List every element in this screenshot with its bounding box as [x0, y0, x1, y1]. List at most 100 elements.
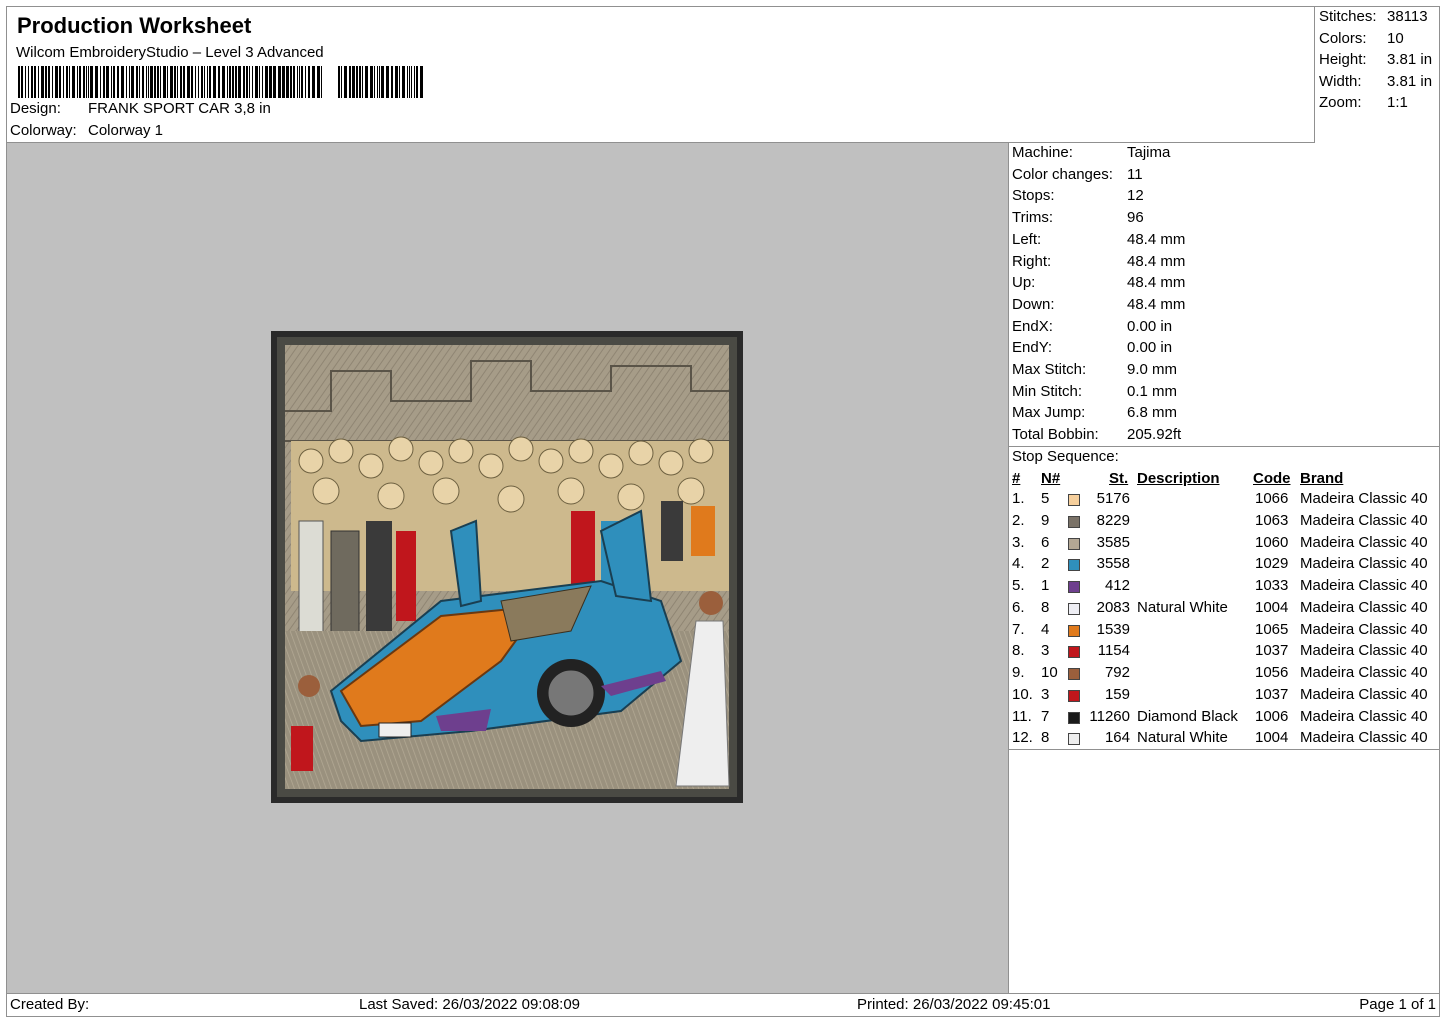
zoom-value: 1:1: [1387, 94, 1408, 111]
row-code: 1063: [1255, 511, 1289, 529]
height-label: Height:: [1319, 51, 1367, 68]
row-needle: 5: [1041, 490, 1050, 507]
table-row: 3. 6 3585 1060 Madeira Classic 40: [1008, 534, 1440, 556]
row-stitches: 1539: [1096, 620, 1130, 638]
row-index: 3.: [1012, 533, 1025, 551]
table-row: 12. 8 164 Natural White 1004 Madeira Classic …: [1008, 729, 1440, 751]
row-brand: Madeira Classic 40: [1300, 685, 1428, 703]
row-code: 1037: [1255, 642, 1289, 660]
row-brand: Madeira Classic 40: [1300, 490, 1428, 507]
col-header-code: Code: [1253, 470, 1291, 487]
row-code: 1004: [1255, 729, 1289, 747]
stop-sequence-title: Stop Sequence:: [1012, 448, 1119, 465]
row-brand: Madeira Classic 40: [1300, 707, 1428, 725]
row-index: 1.: [1012, 490, 1025, 507]
row-index: 8.: [1012, 642, 1025, 660]
table-row: 2. 9 8229 1063 Madeira Classic 40: [1008, 512, 1440, 534]
colors-value: 10: [1387, 29, 1404, 47]
row-needle: 1: [1041, 577, 1050, 594]
color-swatch: [1068, 559, 1080, 572]
row-stitches: 8229: [1096, 511, 1130, 529]
row-description: Diamond Black: [1137, 707, 1238, 725]
row-code: 1060: [1255, 533, 1289, 551]
colorway-name: Colorway 1: [88, 122, 164, 139]
color-swatch: [1068, 711, 1080, 724]
color-swatch: [1068, 624, 1080, 637]
page-title: Production Worksheet: [17, 13, 252, 38]
page-number: Page 1 of 1: [1359, 996, 1436, 1013]
width-value: 3.81 in: [1387, 72, 1433, 90]
table-row: 11. 7 11260 Diamond Black 1006 Madeira Classi…: [1008, 708, 1440, 730]
row-needle: 2: [1041, 555, 1050, 573]
stitches-value: 38113: [1387, 8, 1428, 25]
table-row: 5. 1 412 1033 Madeira Classic 40: [1008, 577, 1440, 599]
row-code: 1004: [1255, 598, 1289, 616]
embroidery-design-image: [271, 331, 743, 803]
design-name: FRANK SPORT CAR 3,8 in: [88, 100, 271, 117]
row-needle: 10: [1041, 664, 1058, 681]
row-code: 1056: [1255, 664, 1289, 681]
color-swatch: [1068, 515, 1080, 528]
row-stitches: 11260: [1089, 707, 1130, 725]
divider: [1008, 749, 1440, 750]
row-index: 10.: [1012, 685, 1033, 703]
row-brand: Madeira Classic 40: [1300, 511, 1428, 529]
design-preview-canvas: [7, 143, 1009, 993]
col-header-description: Description: [1137, 470, 1220, 487]
row-code: 1006: [1255, 707, 1289, 725]
table-row: 10. 3 159 1037 Madeira Classic 40: [1008, 686, 1440, 708]
col-header-stitches: St.: [1109, 470, 1129, 487]
summary-stats: Stitches: 38113 Colors: 10 Height: 3.81 …: [1315, 6, 1440, 143]
machine-info-panel: Machine: Tajima Color changes: 11 Stops: 12…: [1008, 143, 1440, 993]
row-needle: 8: [1041, 598, 1050, 616]
barcode-image: [18, 66, 423, 98]
row-description: Natural White: [1137, 598, 1228, 616]
row-index: 7.: [1012, 620, 1025, 638]
color-swatch: [1068, 537, 1080, 550]
row-code: 1029: [1255, 555, 1289, 573]
table-row: 8. 3 1154 1037 Madeira Classic 40: [1008, 642, 1440, 664]
row-stitches: 1154: [1097, 642, 1130, 660]
software-name: Wilcom EmbroideryStudio – Level 3 Advanc…: [16, 44, 324, 61]
row-stitches: 3558: [1096, 555, 1130, 573]
colorway-label: Colorway:: [10, 122, 77, 139]
table-row: 4. 2 3558 1029 Madeira Classic 40: [1008, 555, 1440, 577]
row-index: 9.: [1012, 664, 1025, 681]
row-needle: 3: [1041, 642, 1050, 660]
color-swatch: [1068, 689, 1080, 702]
row-brand: Madeira Classic 40: [1300, 555, 1428, 573]
row-needle: 3: [1041, 685, 1050, 703]
row-description: Natural White: [1137, 729, 1228, 747]
last-saved: Last Saved: 26/03/2022 09:08:09: [359, 996, 581, 1013]
row-brand: Madeira Classic 40: [1300, 620, 1428, 638]
row-code: 1065: [1255, 620, 1289, 638]
row-index: 5.: [1012, 577, 1025, 594]
row-stitches: 2083: [1096, 598, 1130, 616]
color-swatch: [1068, 581, 1080, 593]
table-row: 9. 10 792 1056 Madeira Classic 40: [1008, 664, 1440, 686]
divider: [1008, 446, 1440, 447]
row-code: 1033: [1255, 577, 1289, 594]
color-swatch: [1068, 733, 1080, 746]
row-stitches: 164: [1104, 729, 1130, 747]
color-swatch: [1068, 646, 1080, 659]
row-brand: Madeira Classic 40: [1300, 729, 1428, 747]
row-code: 1037: [1255, 685, 1289, 703]
row-index: 12.: [1012, 729, 1033, 747]
zoom-label: Zoom:: [1319, 94, 1362, 111]
row-brand: Madeira Classic 40: [1300, 577, 1428, 594]
row-stitches: 3585: [1096, 533, 1130, 551]
row-code: 1066: [1255, 490, 1289, 507]
color-swatch: [1068, 668, 1080, 680]
table-row: 1. 5 5176 1066 Madeira Classic 40: [1008, 490, 1440, 512]
table-row: 7. 4 1539 1065 Madeira Classic 40: [1008, 621, 1440, 643]
stitches-label: Stitches:: [1319, 8, 1377, 25]
row-needle: 6: [1041, 533, 1050, 551]
worksheet-header: Production Worksheet Wilcom EmbroiderySt…: [6, 6, 1315, 143]
row-stitches: 5176: [1096, 490, 1130, 507]
row-needle: 7: [1041, 707, 1050, 725]
row-brand: Madeira Classic 40: [1300, 533, 1428, 551]
color-swatch: [1068, 602, 1080, 615]
colors-label: Colors:: [1319, 29, 1367, 47]
row-stitches: 412: [1104, 577, 1130, 594]
